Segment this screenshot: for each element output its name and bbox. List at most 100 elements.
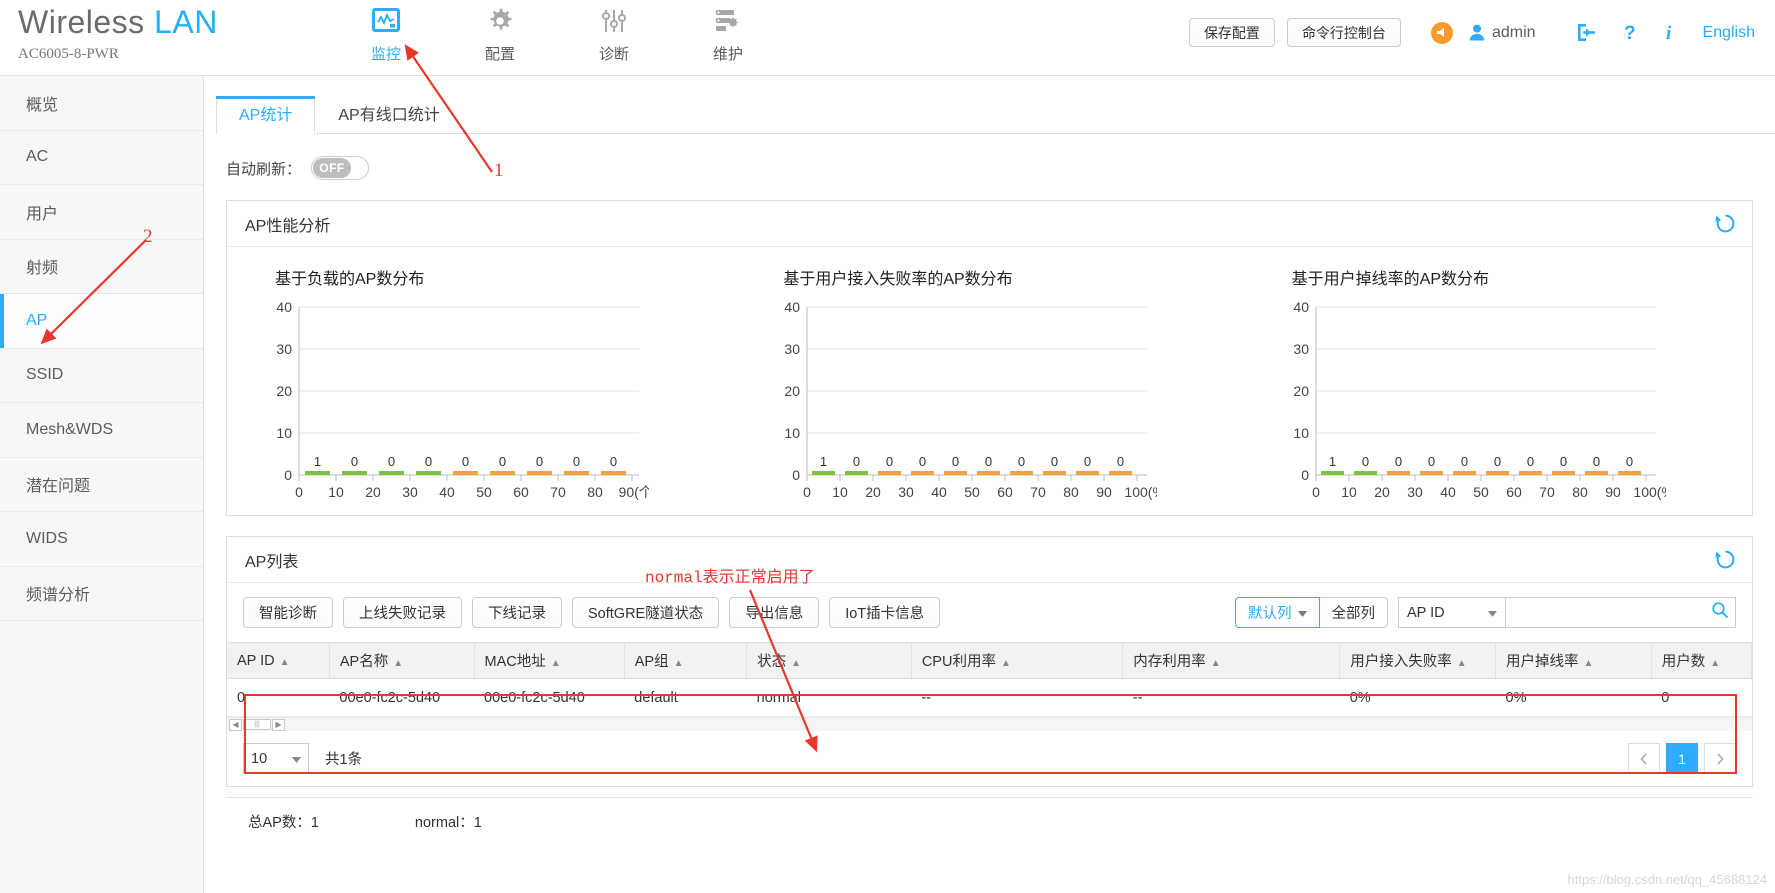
tab-ap-wired-port-stats[interactable]: AP有线口统计 [315, 96, 462, 134]
svg-text:0: 0 [462, 454, 469, 469]
default-columns-button[interactable]: 默认列 [1235, 597, 1320, 628]
refresh-icon[interactable] [1715, 213, 1736, 239]
col-label: 用户掉线率 [1506, 654, 1579, 670]
sidebar-item-ap[interactable]: AP [0, 294, 203, 349]
online-failure-log-button[interactable]: 上线失败记录 [343, 597, 462, 628]
sidebar-item-potential-issues[interactable]: 潜在问题 [0, 458, 203, 512]
svg-text:0: 0 [803, 484, 811, 500]
filter-field-select[interactable]: AP ID [1398, 597, 1506, 628]
cell-user-count: 0 [1651, 678, 1752, 717]
refresh-icon[interactable] [1715, 549, 1736, 575]
svg-text:100(%): 100(%) [1125, 484, 1158, 500]
sidebar-item-spectrum-analysis[interactable]: 频谱分析 [0, 567, 203, 621]
col-ap-id[interactable]: AP ID ▲ [227, 642, 330, 679]
search-input[interactable] [1506, 599, 1711, 626]
svg-text:0: 0 [1560, 454, 1567, 469]
col-user-count[interactable]: 用户数 ▲ [1651, 642, 1753, 679]
table-row[interactable]: 0 00e0-fc2c-5d40 00e0-fc2c-5d40 default … [227, 678, 1752, 717]
sidebar-label: AP [26, 311, 48, 329]
softgre-tunnel-status-button[interactable]: SoftGRE隧道状态 [572, 597, 720, 628]
svg-text:0: 0 [1117, 454, 1124, 469]
sort-asc-icon: ▲ [1710, 658, 1721, 669]
iot-card-info-button[interactable]: IoT插卡信息 [829, 597, 941, 628]
topnav-item-maintenance[interactable]: 维护 [697, 2, 759, 64]
table-horizontal-scrollbar[interactable]: ◀ ||| ▶ [227, 717, 1752, 731]
svg-text:0: 0 [425, 454, 432, 469]
page-root: Wireless LAN AC6005-8-PWR 监控 配置 诊断 维护 保存… [0, 0, 1775, 893]
col-mac-address[interactable]: MAC地址 ▲ [474, 642, 625, 679]
svg-text:40: 40 [785, 299, 801, 315]
sort-asc-icon: ▲ [1210, 658, 1221, 669]
ap-table: AP ID ▲ AP名称 ▲ MAC地址 ▲ AP组 ▲ 状态 ▲ CPU利用率 ▲ 内存利… [227, 642, 1753, 717]
next-page-button[interactable] [1704, 743, 1736, 774]
svg-text:0: 0 [388, 454, 395, 469]
chart-canvas-2: 40 30 20 10 0 1 0 0 0 0 0 0 0 0 0 0 10 2… [1293, 299, 1666, 500]
svg-text:0: 0 [952, 454, 959, 469]
sidebar-item-ac[interactable]: AC [0, 131, 203, 185]
col-state[interactable]: 状态 ▲ [746, 642, 912, 679]
language-switcher[interactable]: English [1703, 24, 1755, 42]
sidebar-item-wids[interactable]: WIDS [0, 512, 203, 567]
sort-asc-icon: ▲ [1583, 658, 1594, 669]
user-menu[interactable]: admin [1469, 24, 1536, 42]
svg-text:50: 50 [965, 484, 981, 500]
sidebar-item-users[interactable]: 用户 [0, 185, 203, 240]
svg-text:0: 0 [1018, 454, 1025, 469]
page-number-button[interactable]: 1 [1666, 743, 1698, 774]
all-columns-button[interactable]: 全部列 [1318, 597, 1388, 628]
table-header-row: AP ID ▲ AP名称 ▲ MAC地址 ▲ AP组 ▲ 状态 ▲ CPU利用率 ▲ 内存利… [227, 642, 1753, 679]
pagination-bar: 10 共1条 1 [227, 731, 1752, 786]
svg-text:20: 20 [866, 484, 882, 500]
svg-text:0: 0 [1051, 454, 1058, 469]
scrollbar-thumb[interactable]: ||| [243, 719, 271, 730]
cell-state[interactable]: normal [746, 678, 912, 717]
sidebar-label: 用户 [26, 205, 59, 223]
topnav-label-monitor: 监控 [370, 46, 401, 63]
col-cpu-usage[interactable]: CPU利用率 ▲ [911, 642, 1124, 679]
scroll-right-icon[interactable]: ▶ [272, 718, 285, 731]
sidebar-item-ssid[interactable]: SSID [0, 349, 203, 403]
svg-text:0: 0 [573, 454, 580, 469]
svg-text:0: 0 [610, 454, 617, 469]
svg-text:1: 1 [1329, 454, 1336, 469]
offline-log-button[interactable]: 下线记录 [472, 597, 562, 628]
svg-text:30: 30 [785, 341, 801, 357]
export-info-button[interactable]: 导出信息 [729, 597, 820, 628]
scroll-left-icon[interactable]: ◀ [229, 718, 242, 731]
svg-text:10: 10 [276, 425, 292, 441]
page-size-select[interactable]: 10 [243, 743, 309, 774]
sort-asc-icon: ▲ [550, 658, 561, 669]
tab-ap-stats[interactable]: AP统计 [216, 96, 316, 134]
topnav-item-monitor[interactable]: 监控 [355, 2, 417, 64]
svg-text:100(%): 100(%) [1633, 484, 1666, 500]
topnav-item-diagnose[interactable]: 诊断 [583, 2, 645, 64]
brand-title-main: Wireless [18, 4, 145, 40]
auto-refresh-toggle[interactable]: OFF [311, 156, 370, 180]
sidebar-item-overview[interactable]: 概览 [0, 76, 203, 131]
svg-text:0: 0 [793, 467, 801, 483]
col-ap-name[interactable]: AP名称 ▲ [329, 642, 475, 679]
alarm-icon[interactable] [1430, 21, 1453, 44]
col-ap-group[interactable]: AP组 ▲ [624, 642, 748, 679]
logout-icon[interactable] [1576, 22, 1597, 43]
sort-asc-icon: ▲ [1000, 658, 1011, 669]
col-offline-rate[interactable]: 用户掉线率 ▲ [1495, 642, 1652, 679]
brand-logo: Wireless LAN AC6005-8-PWR [18, 6, 218, 62]
col-memory-usage[interactable]: 内存利用率 ▲ [1122, 642, 1341, 679]
sidebar-item-radio[interactable]: 射频 [0, 240, 203, 294]
sort-asc-icon: ▲ [1456, 658, 1467, 669]
svg-text:50: 50 [476, 484, 492, 500]
search-icon[interactable] [1711, 601, 1729, 624]
smart-diagnose-button[interactable]: 智能诊断 [243, 597, 333, 628]
save-config-button[interactable]: 保存配置 [1188, 18, 1275, 47]
cli-console-button[interactable]: 命令行控制台 [1286, 18, 1401, 47]
prev-page-button[interactable] [1628, 743, 1660, 774]
sidebar-label: 射频 [26, 260, 59, 278]
svg-text:0: 0 [1084, 454, 1091, 469]
col-access-failure-rate[interactable]: 用户接入失败率 ▲ [1339, 642, 1497, 679]
info-icon[interactable]: i [1665, 22, 1677, 43]
svg-text:0: 0 [351, 454, 358, 469]
help-icon[interactable]: ? [1623, 22, 1639, 43]
sidebar-item-mesh-wds[interactable]: Mesh&WDS [0, 403, 203, 458]
topnav-item-config[interactable]: 配置 [469, 2, 531, 64]
